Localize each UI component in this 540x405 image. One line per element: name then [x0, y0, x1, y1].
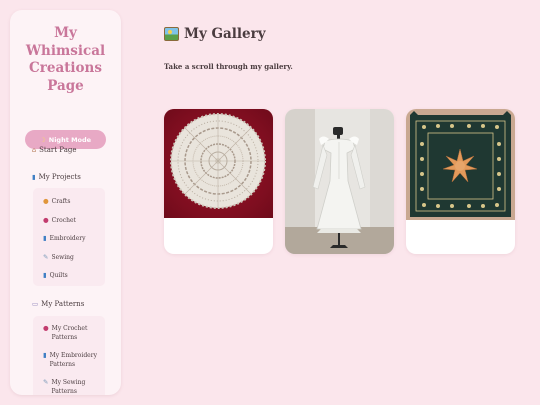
- submenu-item-crafts[interactable]: ● Crafts: [43, 197, 70, 206]
- house-icon: ⌂: [32, 146, 37, 154]
- spool-icon: ▮: [43, 351, 47, 359]
- submenu-item-crochet[interactable]: ● Crochet: [43, 216, 76, 225]
- gallery-card[interactable]: [285, 109, 394, 254]
- submenu-item-sewing-patterns[interactable]: ✎ My Sewing Patterns: [43, 378, 106, 395]
- sidebar: My Whimsical Creations Page ☽ Night Mode…: [10, 10, 121, 395]
- gallery-image-dress[interactable]: [285, 109, 394, 254]
- site-title-line: Whimsical: [25, 42, 106, 59]
- spool-icon: ▮: [43, 234, 47, 242]
- spool-icon: ▮: [32, 173, 36, 181]
- submenu-item-label: Quilts: [49, 272, 68, 279]
- yarn-ball-icon: ●: [43, 216, 49, 224]
- submenu-item-sewing[interactable]: ✎ Sewing: [43, 253, 74, 262]
- nav-start-page-label: Start Page: [39, 146, 77, 154]
- moon-icon: ☽: [39, 135, 46, 144]
- night-mode-label: Night Mode: [48, 135, 92, 144]
- book-icon: ▭: [32, 300, 39, 308]
- nav-my-patterns[interactable]: ▭ My Patterns: [32, 300, 84, 308]
- submenu-item-label: Embroidery: [49, 235, 86, 242]
- submenu-item-quilts[interactable]: ▮ Quilts: [43, 271, 68, 280]
- nav-my-projects-label: My Projects: [38, 173, 81, 181]
- submenu-item-label: Crafts: [51, 198, 71, 205]
- projects-submenu: ● Crafts ● Crochet ▮ Embroidery ✎ Sewing…: [33, 188, 105, 286]
- page-title-text: My Gallery: [184, 26, 266, 42]
- submenu-item-label: Sewing: [51, 254, 74, 261]
- gallery-card[interactable]: [406, 109, 515, 254]
- palette-icon: ●: [43, 197, 49, 205]
- page-title: My Gallery: [164, 26, 266, 42]
- site-title-line: My: [54, 25, 77, 41]
- submenu-item-embroidery-patterns[interactable]: ▮ My Embroidery Patterns: [43, 351, 105, 369]
- patterns-submenu: ● My Crochet Patterns ▮ My Embroidery Pa…: [33, 316, 105, 395]
- submenu-item-label: Crochet: [51, 217, 76, 224]
- nav-start-page[interactable]: ⌂ Start Page: [32, 146, 77, 154]
- needle-icon: ✎: [43, 378, 49, 386]
- nav-my-projects[interactable]: ▮ My Projects: [32, 173, 81, 181]
- gallery-card[interactable]: [164, 109, 273, 254]
- submenu-item-embroidery[interactable]: ▮ Embroidery: [43, 234, 86, 243]
- spool-icon: ▮: [43, 271, 47, 279]
- gallery-image-tapestry[interactable]: [406, 109, 515, 220]
- submenu-item-label: My Crochet Patterns: [51, 325, 88, 341]
- site-title: My Whimsical Creations Page: [10, 25, 121, 95]
- page-subtitle: Take a scroll through my gallery.: [164, 62, 293, 71]
- submenu-item-label: My Sewing Patterns: [51, 379, 86, 395]
- site-title-line: Creations: [29, 60, 102, 76]
- yarn-ball-icon: ●: [43, 324, 49, 332]
- framed-picture-icon: [164, 27, 179, 41]
- site-title-line: Page: [47, 77, 84, 94]
- submenu-item-crochet-patterns[interactable]: ● My Crochet Patterns: [43, 324, 107, 342]
- submenu-item-label: My Embroidery Patterns: [49, 352, 97, 368]
- nav-my-patterns-label: My Patterns: [41, 300, 85, 308]
- gallery-image-doily[interactable]: [164, 109, 273, 218]
- needle-icon: ✎: [43, 253, 49, 261]
